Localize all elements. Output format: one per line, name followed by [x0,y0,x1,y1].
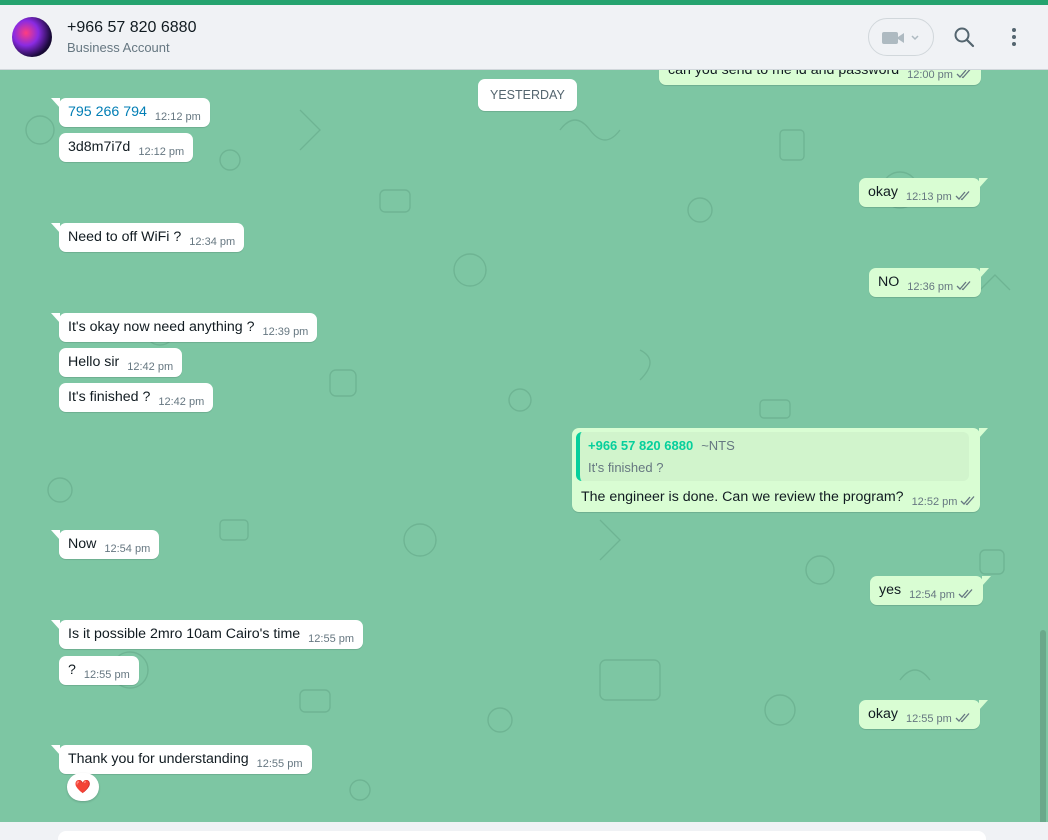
message-outgoing[interactable]: okay 12:55 pm [859,700,988,729]
message-incoming[interactable]: Thank you for understanding 12:55 pm [51,745,312,774]
composer-bar [0,822,1048,840]
message-incoming[interactable]: Now 12:54 pm [50,530,160,559]
message-text: Thank you for understanding [68,751,249,767]
message-incoming[interactable]: Hello sir 12:42 pm [59,348,183,377]
message-outgoing[interactable]: can you send to me id and password 12:00 … [659,70,981,85]
heart-reaction[interactable]: ❤️ [67,773,99,801]
message-time: 12:55 pm [905,713,952,725]
message-time: 12:34 pm [189,236,236,248]
menu-dots-icon [1012,28,1016,46]
quoted-sender-tag: ~NTS [701,438,735,453]
double-check-icon [956,279,972,295]
message-time: 12:52 pm [911,496,958,508]
message-time: 12:13 pm [905,191,952,203]
message-time: 12:12 pm [154,111,201,123]
video-call-button[interactable] [868,18,934,56]
message-time: 12:54 pm [909,589,955,601]
double-check-icon [956,70,972,83]
message-text: Now [68,536,97,552]
message-text: Need to off WiFi ? [68,229,182,245]
quoted-message[interactable]: +966 57 820 6880 ~NTS It's finished ? [576,432,969,481]
message-time: 12:55 pm [83,669,130,681]
message-text-link[interactable]: 795 266 794 [68,104,147,120]
double-check-icon [955,711,971,727]
chat-scrollbar[interactable] [1040,630,1046,822]
message-outgoing[interactable]: NO 12:36 pm [869,268,990,297]
contact-subtitle: Business Account [67,40,170,55]
message-text: okay [868,706,898,722]
quoted-sender: +966 57 820 6880 [588,438,694,453]
message-text: can you send to me id and password [668,70,900,78]
message-incoming[interactable]: 3d8m7i7d 12:12 pm [59,133,194,162]
message-time: 12:55 pm [256,758,303,770]
message-incoming[interactable]: It's finished ? 12:42 pm [59,383,214,412]
search-icon [954,27,975,48]
message-time: 12:54 pm [104,543,151,555]
message-time: 12:36 pm [907,281,954,293]
message-time: 12:42 pm [158,396,205,408]
message-time: 12:39 pm [262,326,309,338]
date-divider: YESTERDAY [478,79,577,111]
message-incoming[interactable]: Need to off WiFi ? 12:34 pm [50,223,245,252]
message-time: 12:42 pm [127,361,174,373]
menu-button[interactable] [1002,25,1026,49]
message-time: 12:12 pm [138,146,185,158]
chat-header: +966 57 820 6880 Business Account [0,5,1048,70]
double-check-icon [960,494,976,510]
quoted-text: It's finished ? [588,460,664,475]
video-call-icon [882,32,919,44]
chat-area[interactable]: YESTERDAY can you send to me id and pass… [0,70,1048,822]
message-incoming[interactable]: ? 12:55 pm [59,656,139,685]
double-check-icon [958,587,974,603]
message-outgoing[interactable]: yes 12:54 pm [870,576,991,605]
message-text: It's finished ? [68,389,151,405]
message-text: The engineer is done. Can we review the … [581,489,904,505]
message-outgoing-reply[interactable]: +966 57 820 6880 ~NTS It's finished ? The… [572,428,989,512]
message-time: 12:55 pm [308,633,355,645]
search-button[interactable] [952,25,976,49]
message-incoming[interactable]: Is it possible 2mro 10am Cairo's time 12:… [50,620,364,649]
message-outgoing[interactable]: okay 12:13 pm [859,178,988,207]
message-text: It's okay now need anything ? [68,319,255,335]
message-incoming[interactable]: It's okay now need anything ? 12:39 pm [50,313,318,342]
message-text: ? [68,662,76,678]
message-text: 3d8m7i7d [68,139,131,155]
message-text: Is it possible 2mro 10am Cairo's time [68,626,301,642]
message-text: yes [879,582,902,598]
message-text: okay [868,184,898,200]
message-text: Hello sir [68,354,120,370]
message-incoming[interactable]: 795 266 794 12:12 pm [51,98,210,127]
message-time: 12:00 pm [907,70,953,81]
avatar[interactable] [12,17,52,57]
message-text: NO [878,274,900,290]
double-check-icon [955,189,971,205]
message-input[interactable] [58,831,986,840]
contact-name[interactable]: +966 57 820 6880 [67,19,196,37]
